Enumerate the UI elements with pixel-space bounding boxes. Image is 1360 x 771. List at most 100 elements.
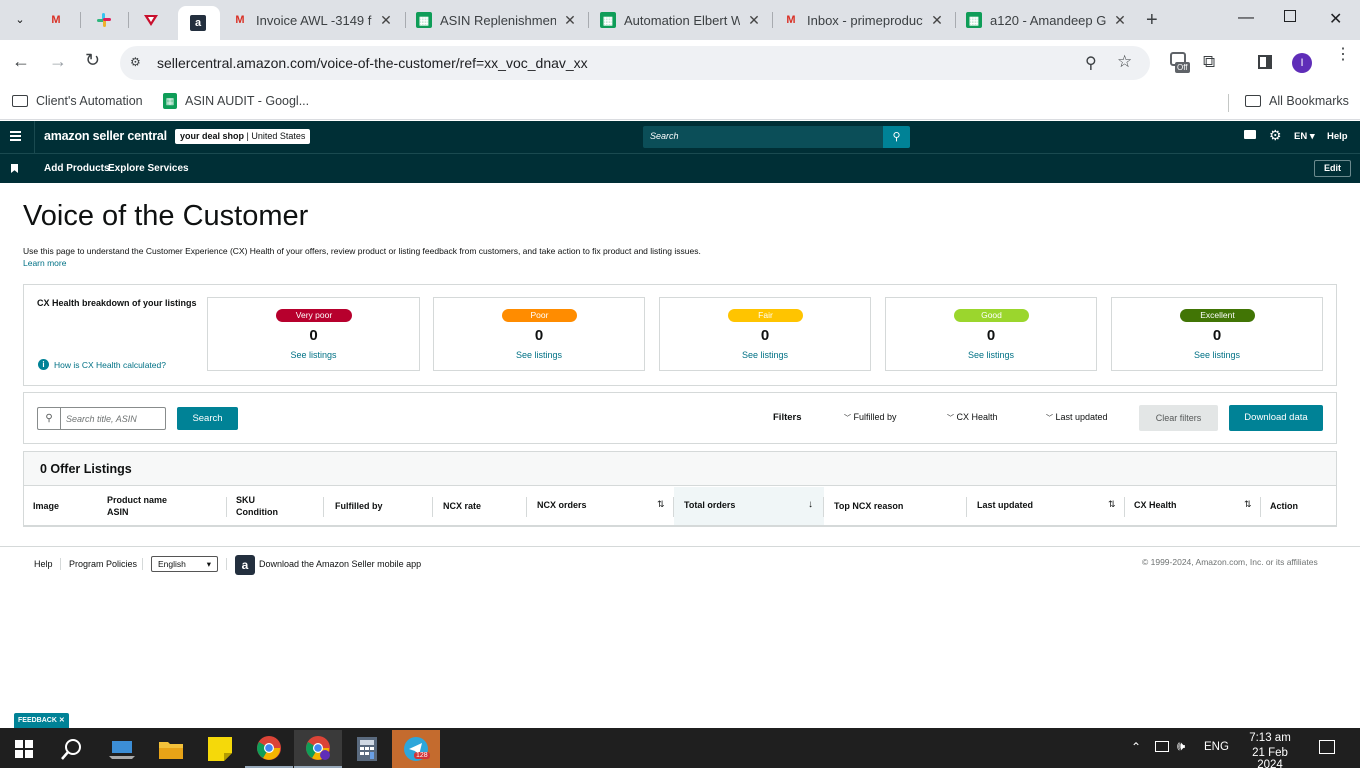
see-listings-link[interactable]: See listings bbox=[886, 350, 1096, 360]
tab-slack[interactable] bbox=[96, 0, 120, 40]
bookmark-flag-icon[interactable] bbox=[11, 164, 18, 173]
url-text[interactable]: sellercentral.amazon.com/voice-of-the-cu… bbox=[157, 55, 588, 71]
tab-automation[interactable]: ▦ Automation Elbert W ✕ bbox=[600, 0, 762, 40]
telegram-icon[interactable]: 128 bbox=[392, 730, 440, 768]
tab-vector[interactable] bbox=[143, 0, 167, 40]
header-search-button[interactable]: ⚲ bbox=[883, 126, 910, 148]
this-pc-icon[interactable] bbox=[98, 730, 146, 768]
tab-invoice[interactable]: M Invoice AWL -3149 fr ✕ bbox=[232, 0, 394, 40]
filters-label: Filters bbox=[773, 412, 802, 423]
sort-icon[interactable]: ⇅ bbox=[1244, 499, 1252, 510]
header-help-link[interactable]: Help bbox=[1327, 131, 1348, 142]
download-data-button[interactable]: Download data bbox=[1229, 405, 1323, 431]
footer-help-link[interactable]: Help bbox=[34, 559, 53, 569]
close-icon[interactable]: ✕ bbox=[562, 12, 578, 29]
filter-last-updated[interactable]: ﹀ Last updated bbox=[1046, 412, 1108, 423]
listing-search-input[interactable]: Search title, ASIN bbox=[60, 407, 166, 430]
footer-program-policies-link[interactable]: Program Policies bbox=[69, 559, 137, 569]
restore-button[interactable] bbox=[1284, 10, 1296, 22]
windows-start-icon[interactable] bbox=[0, 730, 48, 768]
notifications-icon[interactable] bbox=[1319, 740, 1335, 754]
amazon-app-icon[interactable]: a bbox=[235, 555, 255, 575]
close-icon[interactable]: ✕ bbox=[929, 12, 945, 29]
file-explorer-icon[interactable] bbox=[147, 730, 195, 768]
tab-amazon-active[interactable]: a bbox=[178, 6, 220, 40]
col-last-updated[interactable]: Last updated bbox=[977, 499, 1033, 511]
show-hidden-icons[interactable]: ⌃ bbox=[1131, 740, 1141, 754]
close-icon[interactable]: ✕ bbox=[59, 717, 65, 724]
footer-language-select[interactable]: English ▾ bbox=[151, 556, 218, 572]
new-tab-button[interactable]: + bbox=[1146, 9, 1158, 32]
seller-central-logo[interactable]: amazon seller central bbox=[44, 129, 167, 143]
site-info-icon[interactable]: ⚙ bbox=[130, 55, 141, 69]
col-ncx-rate[interactable]: NCX rate bbox=[443, 500, 481, 512]
col-cx-health[interactable]: CX Health bbox=[1134, 499, 1177, 511]
input-language[interactable]: ENG bbox=[1204, 741, 1229, 753]
cx-card-poor: Poor 0 See listings bbox=[433, 297, 645, 371]
col-product-name[interactable]: Product name ASIN bbox=[107, 494, 167, 518]
nav-explore-services[interactable]: Explore Services bbox=[108, 163, 189, 174]
sort-descending-icon[interactable]: ↓ bbox=[808, 499, 813, 510]
clear-filters-button[interactable]: Clear filters bbox=[1139, 405, 1218, 431]
download-app-link[interactable]: Download the Amazon Seller mobile app bbox=[259, 559, 421, 569]
zoom-icon[interactable]: ⚲ bbox=[1085, 53, 1097, 73]
bookmark-asin-audit[interactable]: ▦ ASIN AUDIT - Googl... bbox=[163, 93, 309, 109]
chrome-profile-icon[interactable] bbox=[294, 730, 342, 768]
windows-search-icon[interactable] bbox=[48, 730, 96, 768]
settings-gear-icon[interactable]: ⚙ bbox=[1269, 127, 1282, 144]
tab-search-icon[interactable]: ⌄ bbox=[10, 10, 30, 30]
profile-avatar[interactable]: I bbox=[1292, 53, 1312, 73]
extension-off-icon[interactable]: Off bbox=[1170, 52, 1192, 74]
header-search-input[interactable]: Search bbox=[643, 126, 883, 148]
tab-inbox[interactable]: M Inbox - primeproduct ✕ bbox=[783, 0, 945, 40]
tab-asin-replenishment[interactable]: ▦ ASIN Replenishment ✕ bbox=[416, 0, 578, 40]
system-clock[interactable]: 7:13 am 21 Feb 2024 bbox=[1240, 732, 1300, 771]
status-badge: Very poor bbox=[276, 309, 352, 322]
reload-button[interactable]: ↻ bbox=[85, 50, 100, 71]
listing-search-button[interactable]: Search bbox=[177, 407, 238, 430]
learn-more-link[interactable]: Learn more bbox=[23, 258, 66, 268]
cx-health-info-link[interactable]: i How is CX Health calculated? bbox=[38, 359, 166, 370]
see-listings-link[interactable]: See listings bbox=[434, 350, 644, 360]
feedback-button[interactable]: FEEDBACK ✕ bbox=[14, 713, 69, 728]
extensions-puzzle-icon[interactable]: ⧉ bbox=[1203, 52, 1215, 72]
see-listings-link[interactable]: See listings bbox=[208, 350, 419, 360]
col-ncx-orders[interactable]: NCX orders bbox=[537, 499, 587, 511]
forward-button[interactable]: → bbox=[49, 51, 67, 72]
chrome-menu-icon[interactable]: ⋮ bbox=[1335, 47, 1351, 63]
filter-fulfilled-by[interactable]: ﹀ Fulfilled by bbox=[844, 412, 897, 423]
sort-icon[interactable]: ⇅ bbox=[1108, 499, 1116, 510]
col-fulfilled-by[interactable]: Fulfilled by bbox=[335, 500, 383, 512]
language-selector[interactable]: EN ▾ bbox=[1294, 131, 1315, 142]
store-selector[interactable]: your deal shop | United States bbox=[175, 129, 311, 144]
see-listings-link[interactable]: See listings bbox=[1112, 350, 1322, 360]
tab-gmail[interactable]: M bbox=[48, 0, 74, 40]
chrome-icon[interactable] bbox=[245, 730, 293, 768]
nav-add-products[interactable]: Add Products bbox=[44, 163, 110, 174]
close-icon[interactable]: ✕ bbox=[1112, 12, 1128, 29]
filter-cx-health[interactable]: ﹀ CX Health bbox=[947, 412, 998, 423]
see-listings-link[interactable]: See listings bbox=[660, 350, 870, 360]
hamburger-menu-icon[interactable] bbox=[10, 131, 21, 141]
close-icon[interactable]: ✕ bbox=[746, 12, 762, 29]
minimize-button[interactable]: — bbox=[1238, 9, 1254, 27]
all-bookmarks[interactable]: All Bookmarks bbox=[1245, 94, 1349, 108]
sort-icon[interactable]: ⇅ bbox=[657, 499, 665, 510]
col-sku[interactable]: SKU Condition bbox=[236, 494, 278, 518]
tab-a120[interactable]: ▦ a120 - Amandeep Ga ✕ bbox=[966, 0, 1128, 40]
col-total-orders[interactable]: Total orders bbox=[684, 499, 735, 511]
close-window-button[interactable]: ✕ bbox=[1329, 9, 1342, 29]
calculator-icon[interactable] bbox=[343, 730, 391, 768]
address-bar[interactable]: ⚙ sellercentral.amazon.com/voice-of-the-… bbox=[120, 46, 1150, 80]
close-icon[interactable]: ✕ bbox=[378, 12, 394, 29]
col-top-ncx-reason[interactable]: Top NCX reason bbox=[834, 500, 903, 512]
volume-icon[interactable]: 🕪 bbox=[1177, 738, 1185, 754]
mail-icon[interactable] bbox=[1244, 130, 1256, 139]
side-panel-icon[interactable] bbox=[1258, 55, 1272, 69]
bookmark-clients-automation[interactable]: Client's Automation bbox=[12, 94, 143, 108]
nav-edit-button[interactable]: Edit bbox=[1314, 160, 1351, 177]
back-button[interactable]: ← bbox=[12, 51, 30, 72]
network-icon[interactable] bbox=[1155, 741, 1169, 752]
bookmark-star-icon[interactable]: ☆ bbox=[1117, 52, 1132, 72]
sticky-notes-icon[interactable] bbox=[196, 730, 244, 768]
